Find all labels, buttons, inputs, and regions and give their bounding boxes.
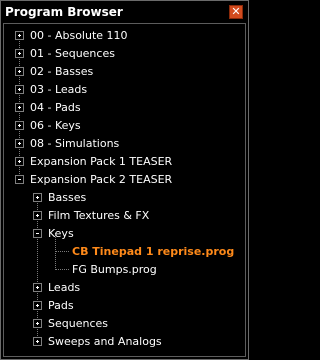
tree-item-film-textures-fx[interactable]: Film Textures & FX bbox=[4, 207, 245, 225]
tree-item-label: Expansion Pack 2 TEASER bbox=[30, 173, 173, 186]
tree-item-label: 04 - Pads bbox=[30, 101, 81, 114]
tree-item-sequences[interactable]: Sequences bbox=[4, 315, 245, 333]
expand-plus-icon[interactable] bbox=[15, 121, 24, 130]
expand-plus-icon[interactable] bbox=[33, 319, 42, 328]
tree-item-06-keys[interactable]: 06 - Keys bbox=[4, 117, 245, 135]
tree-item-00-absolute-110[interactable]: 00 - Absolute 110 bbox=[4, 27, 245, 45]
tree-item-pads[interactable]: Pads bbox=[4, 297, 245, 315]
tree-item-label: Sequences bbox=[48, 317, 108, 330]
expand-plus-icon[interactable] bbox=[15, 67, 24, 76]
tree-item-04-pads[interactable]: 04 - Pads bbox=[4, 99, 245, 117]
tree-item-label: Basses bbox=[48, 191, 87, 204]
tree-item-label: 03 - Leads bbox=[30, 83, 88, 96]
expand-plus-icon[interactable] bbox=[33, 283, 42, 292]
tree-item-08-simulations[interactable]: 08 - Simulations bbox=[4, 135, 245, 153]
tree-item-sweeps-and-analogs[interactable]: Sweeps and Analogs bbox=[4, 333, 245, 351]
expand-plus-icon[interactable] bbox=[33, 193, 42, 202]
tree-item-basses[interactable]: Basses bbox=[4, 189, 245, 207]
expand-plus-icon[interactable] bbox=[15, 85, 24, 94]
tree-item-expansion-pack-2[interactable]: Expansion Pack 2 TEASER bbox=[4, 171, 245, 189]
tree-item-leads[interactable]: Leads bbox=[4, 279, 245, 297]
tree-item-label: 02 - Basses bbox=[30, 65, 94, 78]
tree-item-label: 08 - Simulations bbox=[30, 137, 120, 150]
expand-plus-icon[interactable] bbox=[15, 139, 24, 148]
program-file-item[interactable]: FG Bumps.prog bbox=[4, 261, 245, 279]
tree-item-label: Film Textures & FX bbox=[48, 209, 150, 222]
tree-item-label: 01 - Sequences bbox=[30, 47, 115, 60]
title-bar[interactable]: Program Browser ✕ bbox=[1, 1, 248, 23]
tree-item-label: Expansion Pack 1 TEASER bbox=[30, 155, 173, 168]
tree-item-expansion-pack-1[interactable]: Expansion Pack 1 TEASER bbox=[4, 153, 245, 171]
tree-view[interactable]: 00 - Absolute 110 01 - Sequences 02 - Ba… bbox=[3, 23, 246, 357]
window-title: Program Browser bbox=[5, 5, 123, 19]
tree-item-label: Keys bbox=[48, 227, 74, 240]
tree-item-label: Sweeps and Analogs bbox=[48, 335, 162, 348]
tree-item-01-sequences[interactable]: 01 - Sequences bbox=[4, 45, 245, 63]
collapse-minus-icon[interactable] bbox=[15, 175, 24, 184]
tree-item-label: Leads bbox=[48, 281, 81, 294]
program-tree: 00 - Absolute 110 01 - Sequences 02 - Ba… bbox=[4, 24, 245, 356]
program-file-item[interactable]: CB Tinepad 1 reprise.prog bbox=[4, 243, 245, 261]
tree-item-02-basses[interactable]: 02 - Basses bbox=[4, 63, 245, 81]
expand-plus-icon[interactable] bbox=[15, 31, 24, 40]
expand-plus-icon[interactable] bbox=[33, 211, 42, 220]
expand-plus-icon[interactable] bbox=[15, 103, 24, 112]
tree-item-label: 06 - Keys bbox=[30, 119, 81, 132]
tree-item-label: 00 - Absolute 110 bbox=[30, 29, 128, 42]
tree-item-label: Pads bbox=[48, 299, 74, 312]
tree-item-03-leads[interactable]: 03 - Leads bbox=[4, 81, 245, 99]
collapse-minus-icon[interactable] bbox=[33, 229, 42, 238]
tree-item-keys[interactable]: Keys bbox=[4, 225, 245, 243]
expand-plus-icon[interactable] bbox=[33, 337, 42, 346]
program-file-label: FG Bumps.prog bbox=[72, 263, 157, 276]
program-browser-window: Program Browser ✕ 00 - Absolute 110 01 -… bbox=[0, 0, 249, 360]
expand-plus-icon[interactable] bbox=[33, 301, 42, 310]
expand-plus-icon[interactable] bbox=[15, 49, 24, 58]
program-file-label-selected: CB Tinepad 1 reprise.prog bbox=[72, 245, 235, 258]
close-icon[interactable]: ✕ bbox=[229, 5, 243, 19]
expand-plus-icon[interactable] bbox=[15, 157, 24, 166]
